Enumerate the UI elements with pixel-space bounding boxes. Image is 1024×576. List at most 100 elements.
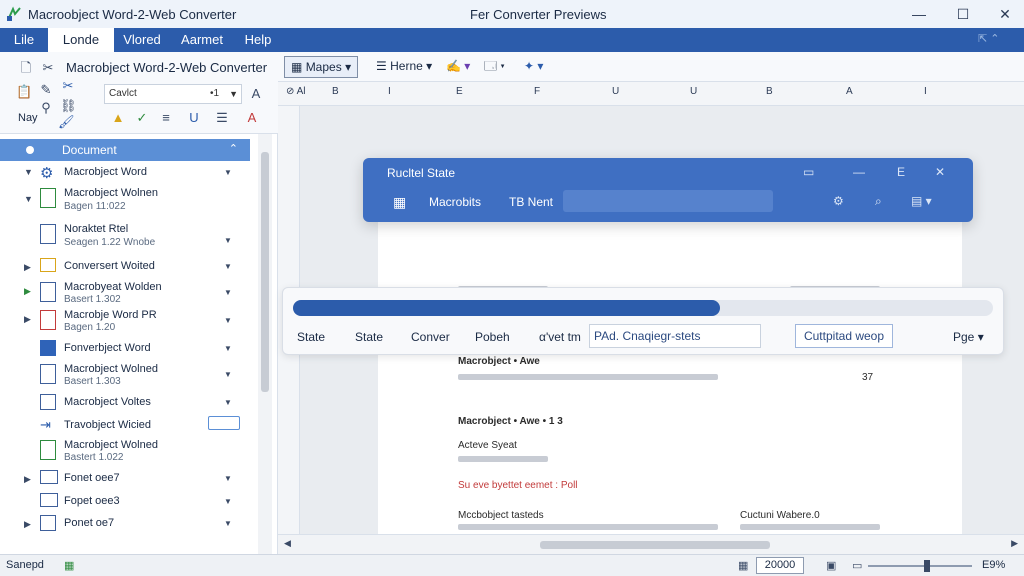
sidebar-item-label: Noraktet Rtel (64, 223, 129, 235)
chevron-down-icon: ▼ (224, 519, 232, 528)
menu-file[interactable]: Lile (0, 28, 48, 52)
highlight-icon[interactable]: ▲ (110, 110, 126, 126)
settings-icon[interactable]: ⚙ (833, 194, 844, 208)
ruler-mark: F (534, 86, 541, 97)
status-text: Sanepd (6, 559, 44, 571)
font-size-value: •1 (209, 88, 219, 99)
new-document-icon[interactable]: 🗋 (18, 60, 34, 76)
scroll-right-icon[interactable]: ▶ (1011, 538, 1018, 549)
dialog-tab-tb-nent[interactable]: TB Nent (509, 195, 553, 209)
app-title: Macroobject Word-2-Web Converter (28, 7, 237, 22)
dialog-expand-icon[interactable]: E (897, 165, 905, 179)
bold-icon[interactable]: ≡ (158, 110, 174, 126)
maximize-button[interactable]: ☐ (948, 4, 978, 24)
page-view-icon[interactable]: ▣ (826, 559, 836, 572)
check-icon[interactable]: ✓ (134, 110, 150, 126)
dialog-minimize-icon[interactable]: — (853, 165, 865, 179)
convert-label: Conver (411, 330, 450, 344)
dialog-close-icon[interactable]: ✕ (935, 165, 945, 179)
web-view-icon[interactable]: ▭ (852, 559, 862, 572)
zoom-slider-knob[interactable] (924, 560, 930, 572)
text-style-icon[interactable]: A (248, 86, 264, 102)
title-bar: Macroobject Word-2-Web Converter Fer Con… (0, 0, 1024, 28)
scissors-icon[interactable]: ✂ (60, 78, 76, 94)
sidebar-item-meta: Seagen 1.22 Wnobe (64, 237, 156, 248)
sidebar-item-label: Ponet oe7 (64, 517, 115, 529)
brush-icon[interactable]: 🖌 (58, 114, 75, 130)
zoom-slider[interactable] (868, 565, 972, 567)
scrollbar-thumb[interactable] (261, 152, 269, 392)
menu-format[interactable]: Aarmet (170, 28, 234, 52)
sidebar-item-label: Fonverbject Word (64, 342, 151, 354)
sidebar-item-label: Macrobject Word (64, 166, 147, 178)
document-icon (40, 364, 56, 384)
search-icon[interactable]: ⌕ (875, 194, 882, 209)
ruler-mark: U (612, 86, 620, 97)
horizontal-ruler: ⊘ Al B I E F U U B A I (278, 82, 1024, 106)
dialog-title: Rucltel State (387, 166, 456, 180)
sidebar-item-label: Fonet oee7 (64, 472, 120, 484)
vet-label: α'vet tm (539, 330, 581, 344)
chevron-down-icon: ▼ (224, 370, 232, 379)
font-color-icon[interactable]: A (244, 110, 260, 126)
scrollbar-thumb[interactable] (540, 541, 770, 549)
sidebar-scrollbar[interactable] (258, 134, 272, 554)
font-name-select[interactable]: Cavlct •1 ▼ (104, 84, 242, 104)
menu-help[interactable]: Help (234, 28, 282, 52)
dialog-field[interactable] (563, 190, 773, 212)
sidebar-toggle[interactable] (208, 416, 240, 430)
sidebar-header[interactable]: Document ⌃ (0, 139, 250, 161)
grid-view-icon[interactable]: ▦ (738, 559, 748, 572)
menu-view[interactable]: Vlored (114, 28, 170, 52)
chevron-right-icon: ▶ (24, 474, 31, 484)
more-icon[interactable]: ▤ ▾ (911, 194, 932, 208)
chevron-right-icon: ▶ (24, 519, 31, 529)
ribbon-collapse-icon[interactable]: ⇱ ⌃ (978, 32, 1014, 48)
underline-icon[interactable]: U (186, 110, 202, 126)
cut-icon[interactable]: ✂ (40, 60, 56, 76)
state-label-2: State (355, 330, 384, 344)
draw-button[interactable]: ✍ ▾ (440, 56, 476, 78)
menu-home[interactable]: Londe (48, 28, 114, 52)
sidebar-item-label: Macrobyeat Wolden (64, 281, 162, 293)
minimize-button[interactable]: — (904, 4, 934, 24)
chevron-down-icon: ▼ (224, 288, 232, 297)
spreadsheet-icon[interactable]: ▦ (64, 559, 74, 572)
doc-text-line (458, 374, 718, 380)
scroll-left-icon[interactable]: ◀ (284, 538, 291, 549)
progress-panel: State State Conver Pobeh α'vet tm PAd. C… (282, 287, 1004, 355)
format-painter-icon[interactable]: ⚲ (38, 100, 54, 116)
page-select-label: Pge (953, 330, 975, 344)
horizontal-scrollbar[interactable]: ◀ ▶ (278, 534, 1024, 554)
dialog-window-icon[interactable]: ▭ (803, 165, 814, 179)
home-button[interactable]: ☰ Herne ▾ (370, 56, 438, 78)
output-button[interactable]: Cuttpitad weop (795, 324, 893, 348)
doc-heading: Macrobject • Awe (458, 356, 540, 367)
align-icon[interactable]: ☰ (214, 110, 230, 126)
link-icon[interactable]: ⛓ (60, 98, 77, 114)
shape-button[interactable]: ✦ ▾ (518, 56, 549, 78)
doc-text: Mccbobject tasteds (458, 510, 544, 521)
grid-icon[interactable]: ▦ (393, 194, 406, 211)
list-icon: ☰ (376, 59, 387, 73)
sidebar-item-label: Macrobject Wolned (64, 439, 158, 451)
dialog-tab-macrobits[interactable]: Macrobits (429, 195, 481, 209)
document-page[interactable]: Macrobject • Awe 37 Macrobject • Awe • 1… (378, 186, 962, 534)
maps-label: Mapes (305, 60, 342, 74)
pen-icon[interactable]: ✎ (38, 82, 54, 98)
ruler-zoom-icon[interactable]: ⊘ Al (286, 86, 306, 97)
maps-button[interactable]: ▦ Mapes ▾ (284, 56, 359, 78)
page-select[interactable]: Pge ▾ (953, 330, 984, 344)
document-icon (40, 282, 56, 302)
chevron-right-icon: ▶ (24, 314, 31, 324)
paste-icon[interactable]: 📋 (16, 84, 32, 100)
ruler-mark: E (456, 86, 463, 97)
path-input[interactable]: PAd. Cnaqiegr-stets (589, 324, 761, 348)
image-icon (40, 493, 58, 507)
zoom-input[interactable]: 20000 (756, 557, 804, 574)
window-title: Fer Converter Previews (470, 7, 607, 22)
sidebar-item-label: Macrobject Wolned (64, 363, 158, 375)
insert-button[interactable]: 🗔 ▾ (478, 56, 511, 78)
sidebar-item-meta: Bastert 1.022 (64, 452, 124, 463)
close-button[interactable]: ✕ (990, 4, 1020, 24)
